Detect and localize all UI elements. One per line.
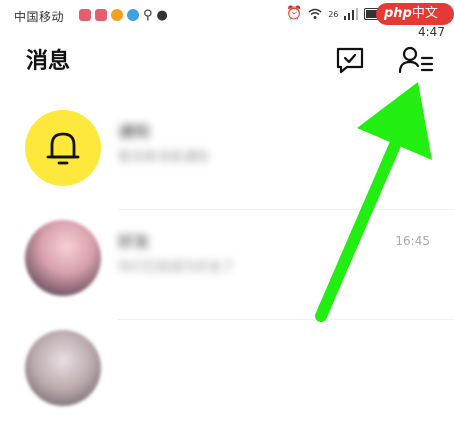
php-watermark: php中文网 xyxy=(376,3,454,43)
app-notification-icon xyxy=(127,9,139,21)
wifi-icon xyxy=(308,8,322,19)
app-notification-icon xyxy=(95,9,107,21)
conversation-time: 16:45 xyxy=(395,234,430,248)
key-icon: ⚲ xyxy=(143,8,153,23)
compose-button[interactable] xyxy=(334,44,366,76)
bell-icon xyxy=(46,132,80,165)
carrier-label: 中国移动 xyxy=(14,10,65,24)
contacts-list-icon xyxy=(398,46,434,74)
signal-icon xyxy=(344,8,359,20)
contacts-button[interactable] xyxy=(398,44,434,76)
conversation-item-notifications[interactable]: 通知 暂无新消息通知 xyxy=(0,100,454,210)
conversation-preview: 你们已经成为好友了 xyxy=(118,260,236,275)
watermark-latin: php xyxy=(384,6,412,21)
message-check-icon xyxy=(336,47,364,74)
conversation-list: 通知 暂无新消息通知 好友 你们已经成为好友了 16:45 xyxy=(0,100,454,430)
conversation-name: 好友 xyxy=(118,232,151,251)
page-title: 消息 xyxy=(26,49,71,74)
avatar xyxy=(25,330,101,406)
chat-icon: ● xyxy=(156,8,168,23)
conversation-preview: 暂无新消息通知 xyxy=(118,150,210,165)
conversation-item[interactable] xyxy=(0,320,454,430)
system-icons: ⏰ 26 xyxy=(286,6,385,21)
conversation-item[interactable]: 好友 你们已经成为好友了 16:45 xyxy=(0,210,454,320)
conversation-name: 通知 xyxy=(118,122,151,141)
network-label: 26 xyxy=(328,9,339,19)
app-notification-icon xyxy=(79,9,91,21)
alarm-icon: ⏰ xyxy=(286,6,303,21)
avatar xyxy=(25,220,101,296)
avatar xyxy=(25,110,101,186)
app-notification-icon xyxy=(111,9,123,21)
notification-icons: ⚲ ● xyxy=(79,9,168,23)
